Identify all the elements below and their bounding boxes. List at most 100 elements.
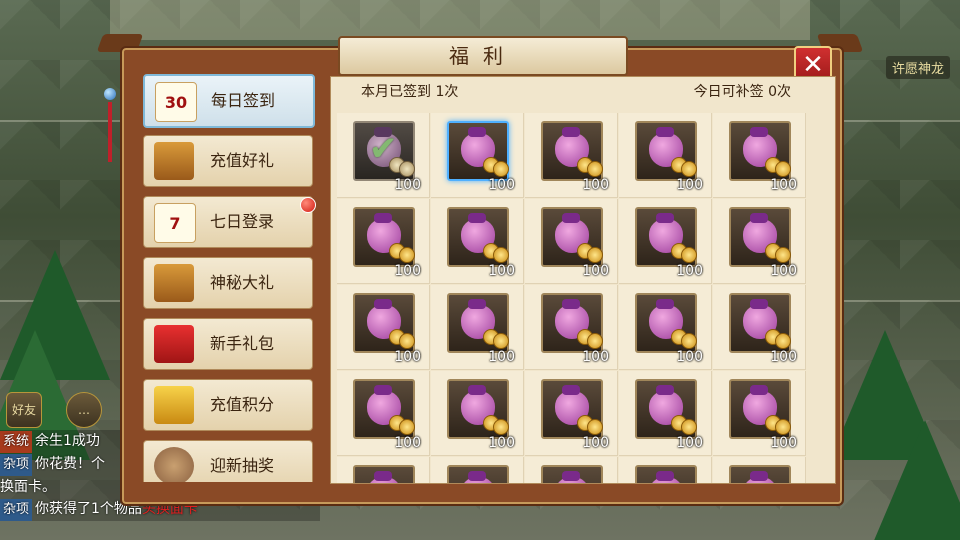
friends-button[interactable]: 好友 <box>6 392 42 428</box>
coin-icon <box>399 161 415 177</box>
money-bag-knot <box>562 213 580 223</box>
reward-slot[interactable] <box>447 121 509 181</box>
reward-quantity: 100 <box>582 177 609 193</box>
sidebar-item[interactable]: 30 每日签到 <box>143 74 315 128</box>
money-bag-knot <box>656 213 674 223</box>
reward-slot[interactable] <box>541 465 603 483</box>
money-bag-knot <box>750 385 768 395</box>
money-bag-knot <box>656 127 674 137</box>
reward-slot[interactable] <box>729 465 791 483</box>
coin-icon <box>587 333 603 349</box>
reward-quantity: 100 <box>676 263 703 279</box>
reward-quantity: 100 <box>394 177 421 193</box>
coin-icon <box>587 419 603 435</box>
money-bag-knot <box>750 213 768 223</box>
reward-slot[interactable] <box>541 121 603 181</box>
coin-icon <box>493 247 509 263</box>
money-bag-knot <box>374 213 392 223</box>
reward-slot[interactable] <box>447 207 509 267</box>
sidebar-item[interactable]: 7 七日登录 <box>143 196 316 248</box>
reward-slot[interactable] <box>635 121 697 181</box>
reward-quantity: 100 <box>582 349 609 365</box>
money-bag-knot <box>468 385 486 395</box>
reward-quantity: 100 <box>582 435 609 451</box>
checkin-panel: 本月已签到 1次 今日可补签 0次 ✔ 100 100 100 100 100 100 100… <box>330 76 836 484</box>
money-bag-knot <box>656 299 674 309</box>
chat-toolbar: 好友 … <box>0 388 122 428</box>
sidebar-item[interactable]: 迎新抽奖 <box>143 440 313 482</box>
reward-cell: 100 <box>525 113 618 198</box>
reward-quantity: 100 <box>770 435 797 451</box>
sidebar-item[interactable]: 充值好礼 <box>143 135 313 187</box>
reward-slot[interactable] <box>447 465 509 483</box>
coin-icon <box>399 333 415 349</box>
reward-slot[interactable] <box>635 465 697 483</box>
sidebar-item[interactable]: 新手礼包 <box>143 318 313 370</box>
reward-cell: 100 <box>337 457 430 483</box>
reward-slot[interactable] <box>635 207 697 267</box>
reward-slot[interactable] <box>729 379 791 439</box>
reward-cell: 100 <box>337 285 430 370</box>
reward-cell: ✔ 100 <box>337 113 430 198</box>
reward-slot[interactable] <box>729 293 791 353</box>
money-bag-knot <box>656 471 674 481</box>
reward-cell: 100 <box>525 457 618 483</box>
reward-quantity: 100 <box>394 435 421 451</box>
sidebar-item-label: 每日签到 <box>211 91 276 110</box>
reward-cell: 100 <box>713 113 806 198</box>
coin-icon <box>493 161 509 177</box>
reward-cell: 100 <box>619 199 712 284</box>
reward-slot[interactable] <box>353 465 415 483</box>
reward-slot[interactable] <box>447 379 509 439</box>
reward-slot[interactable] <box>541 379 603 439</box>
reward-slot[interactable]: ✔ <box>353 121 415 181</box>
reward-quantity: 100 <box>488 263 515 279</box>
background-rooftop <box>110 0 810 40</box>
chat-channel-tag: 系统 <box>0 431 33 453</box>
makeup-count: 今日可补签 0次 <box>693 84 791 100</box>
reward-slot[interactable] <box>541 207 603 267</box>
sidebar-item-label: 充值积分 <box>210 395 275 414</box>
sidebar-item[interactable]: 充值积分 <box>143 379 313 431</box>
chat-bubble-icon[interactable]: … <box>66 392 102 428</box>
money-bag-knot <box>656 385 674 395</box>
reward-quantity: 100 <box>488 435 515 451</box>
reward-quantity: 100 <box>770 349 797 365</box>
sidebar-item-label: 迎新抽奖 <box>210 456 275 475</box>
wish-dragon-button[interactable]: 许愿神龙 <box>885 56 950 79</box>
coin-icon <box>681 161 697 177</box>
reward-cell: 100 <box>525 199 618 284</box>
coin-icon <box>775 247 791 263</box>
reward-cell: 100 <box>337 371 430 456</box>
reward-slot[interactable] <box>541 293 603 353</box>
money-bag-knot <box>750 299 768 309</box>
sidebar-item[interactable]: 神秘大礼 <box>143 257 313 309</box>
reward-slot[interactable] <box>729 207 791 267</box>
reward-quantity: 100 <box>676 177 703 193</box>
money-bag-knot <box>374 385 392 395</box>
money-bag-knot <box>468 213 486 223</box>
chat-channel-tag: 杂项 <box>0 499 33 521</box>
reward-quantity: 100 <box>394 263 421 279</box>
reward-slot[interactable] <box>447 293 509 353</box>
reward-slot[interactable] <box>635 293 697 353</box>
reward-slot[interactable] <box>635 379 697 439</box>
reward-slot[interactable] <box>729 121 791 181</box>
reward-cell: 100 <box>713 371 806 456</box>
coin-icon <box>775 333 791 349</box>
coin-icon <box>399 247 415 263</box>
lottery-disk-icon <box>154 447 194 482</box>
notification-dot <box>300 197 316 213</box>
money-bag-knot <box>750 127 768 137</box>
reward-slot[interactable] <box>353 379 415 439</box>
window-title: 福利 <box>338 36 628 76</box>
reward-slot[interactable] <box>353 207 415 267</box>
gold-pile-icon <box>154 386 194 424</box>
checkmark-icon: ✔ <box>369 129 398 169</box>
sidebar-item-label: 神秘大礼 <box>210 273 275 292</box>
reward-cell: 100 <box>431 285 524 370</box>
reward-slot[interactable] <box>353 293 415 353</box>
mystery-chest-icon <box>154 264 194 302</box>
coin-icon <box>681 333 697 349</box>
chat-channel-tag: 杂项 <box>0 454 33 476</box>
